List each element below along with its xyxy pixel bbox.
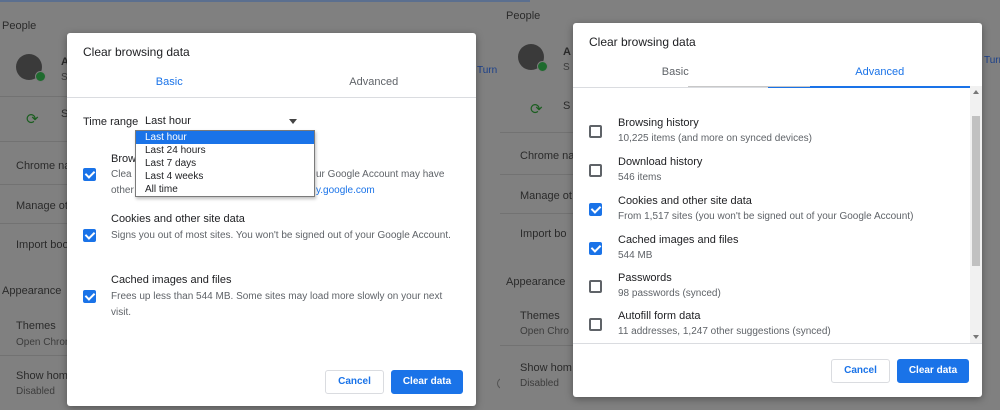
top-accent-line [500,0,530,2]
divider [500,213,573,214]
my-activity-link[interactable]: y.google.com [316,183,375,199]
tab-advanced[interactable]: Advanced [272,68,477,98]
divider [500,132,573,133]
show-home-item[interactable]: Show hom [520,362,572,374]
themes-sub: Open Chrom [16,337,74,348]
footer-divider [573,343,982,344]
scroll-up-arrow-icon[interactable] [973,90,979,94]
autofill-checkbox[interactable] [589,318,602,331]
browsing-history-title: Brow [111,153,137,165]
browsing-history-sub-line2: other [111,185,134,196]
passwords-sub: 98 passwords (synced) [618,288,721,299]
browsing-history-sub-right: ur Google Account may have [316,169,445,180]
cancel-button[interactable]: Cancel [831,359,890,383]
tab-basic[interactable]: Basic [573,58,778,88]
option-last-24-hours[interactable]: Last 24 hours [136,144,314,157]
show-home-sub: Disabled [520,378,559,389]
scroll-thumb[interactable] [972,116,980,266]
browsing-history-sub: 10,225 items (and more on synced devices… [618,133,812,144]
browsing-history-checkbox[interactable] [83,168,96,181]
cookies-checkbox[interactable] [589,203,602,216]
browsing-history-title: Browsing history [618,117,699,129]
download-history-sub: 546 items [618,172,662,183]
tab-bar: Basic Advanced [67,68,476,98]
appearance-heading: Appearance [2,285,62,297]
import-bookmarks-item[interactable]: Import boo [16,239,69,251]
time-range-label: Time range [83,116,139,128]
cached-images-sub: 544 MB [618,250,653,261]
people-heading: People [2,20,37,32]
autofill-sub: 11 addresses, 1,247 other suggestions (s… [618,326,831,337]
manage-other-people-item[interactable]: Manage ot [520,190,572,202]
autofill-title: Autofill form data [618,310,701,322]
tab-basic[interactable]: Basic [67,68,272,98]
clear-data-button[interactable]: Clear data [897,359,969,383]
passwords-title: Passwords [618,272,672,284]
cookies-title: Cookies and other site data [111,213,245,225]
people-heading: People [506,10,541,22]
cached-images-checkbox[interactable] [589,242,602,255]
option-all-time[interactable]: All time [136,183,314,196]
cached-images-title: Cached images and files [618,234,739,246]
sync-badge-icon [537,61,548,72]
cached-images-sub: Frees up less than 544 MB. Some sites ma… [111,291,443,318]
cookies-checkbox[interactable] [83,229,96,242]
option-last-7-days[interactable]: Last 7 days [136,157,314,170]
sync-icon: ⟳ [530,101,543,118]
divider [0,96,67,97]
top-accent-line [0,0,500,2]
divider [0,355,67,356]
options-scroll-area[interactable]: Browsing history 10,225 items (and more … [573,86,982,343]
browsing-history-checkbox[interactable] [589,125,602,138]
scrollbar[interactable] [970,86,982,343]
sync-badge-icon [35,71,46,82]
divider [0,184,67,185]
clear-data-button[interactable]: Clear data [391,370,463,394]
cached-images-checkbox[interactable] [83,290,96,303]
turn-on-sync-link[interactable]: Turn o [984,55,1000,66]
show-home-sub: Disabled [16,386,55,397]
time-range-value: Last hour [145,115,191,127]
clear-browsing-data-dialog-advanced: Clear browsing data Basic Advanced Brows… [573,23,982,397]
browsing-history-sub: Clea [111,169,132,180]
cookies-sub: Signs you out of most sites. You won't b… [111,230,451,241]
divider [500,174,573,175]
divider [0,223,67,224]
time-range-select[interactable]: Last hour [143,113,303,131]
cookies-title: Cookies and other site data [618,195,752,207]
cached-images-title: Cached images and files [111,274,232,286]
divider [0,141,67,142]
download-history-title: Download history [618,156,703,168]
tab-advanced[interactable]: Advanced [778,58,983,88]
time-range-dropdown: Last hour Last 24 hours Last 7 days Last… [135,130,315,197]
themes-sub: Open Chro [520,326,569,337]
scroll-down-arrow-icon[interactable] [973,335,979,339]
chrome-name-item[interactable]: Chrome na [16,160,70,172]
themes-item[interactable]: Themes [520,310,560,322]
chevron-down-icon [289,119,297,124]
dialog-title: Clear browsing data [589,35,696,49]
account-name: A [563,46,571,58]
passwords-checkbox[interactable] [589,280,602,293]
divider [500,345,573,346]
manage-other-people-item[interactable]: Manage ot [16,200,68,212]
clear-browsing-data-dialog-basic: Clear browsing data Basic Advanced Time … [67,33,476,406]
appearance-heading: Appearance [506,276,566,288]
sync-label: S [563,100,571,112]
import-bookmarks-item[interactable]: Import bo [520,228,566,240]
option-last-4-weeks[interactable]: Last 4 weeks [136,170,314,183]
chrome-name-item[interactable]: Chrome na [520,150,574,162]
themes-item[interactable]: Themes [16,320,56,332]
tab-bar: Basic Advanced [573,58,982,88]
account-sub: S [563,62,570,73]
download-history-checkbox[interactable] [589,164,602,177]
show-home-item[interactable]: Show home [16,370,74,382]
option-last-hour[interactable]: Last hour [136,131,314,144]
cancel-button[interactable]: Cancel [325,370,384,394]
dialog-title: Clear browsing data [83,45,190,59]
time-range-underline [688,86,810,87]
cookies-sub: From 1,517 sites (you won't be signed ou… [618,211,914,222]
sync-icon: ⟳ [26,111,39,128]
